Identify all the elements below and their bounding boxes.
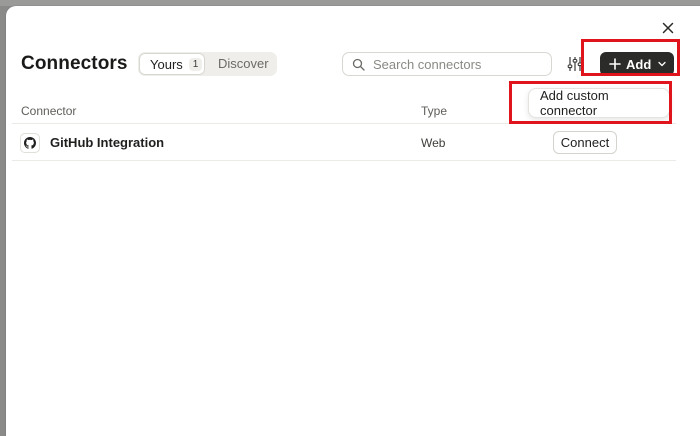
tab-discover[interactable]: Discover [218,56,269,71]
sliders-icon [567,57,583,71]
close-icon [662,22,674,34]
tab-yours-count-badge: 1 [188,57,203,71]
page-title: Connectors [21,53,128,74]
filter-button[interactable] [567,56,583,72]
tab-yours-label: Yours [150,56,183,72]
row-divider [12,160,676,161]
add-button-label: Add [626,56,652,72]
add-button[interactable]: Add [600,52,674,76]
search-icon [352,58,365,71]
add-custom-connector-menu-item[interactable]: Add custom connector [528,88,670,118]
search-input[interactable] [371,55,545,73]
plus-icon [609,58,621,70]
search-box [342,52,552,76]
column-header-type: Type [421,104,448,118]
close-button[interactable] [658,18,678,38]
tab-yours[interactable]: Yours 1 [139,53,205,75]
chevron-down-icon [657,59,667,69]
connector-name[interactable]: GitHub Integration [50,135,164,150]
connector-type: Web [421,136,446,150]
github-icon [20,133,40,153]
tab-group: Yours 1 Discover [138,52,277,76]
header-divider [12,123,676,124]
column-header-connector: Connector [21,104,77,118]
connect-button[interactable]: Connect [553,131,617,154]
connectors-modal: Connectors Yours 1 Discover Search conne… [6,6,700,436]
